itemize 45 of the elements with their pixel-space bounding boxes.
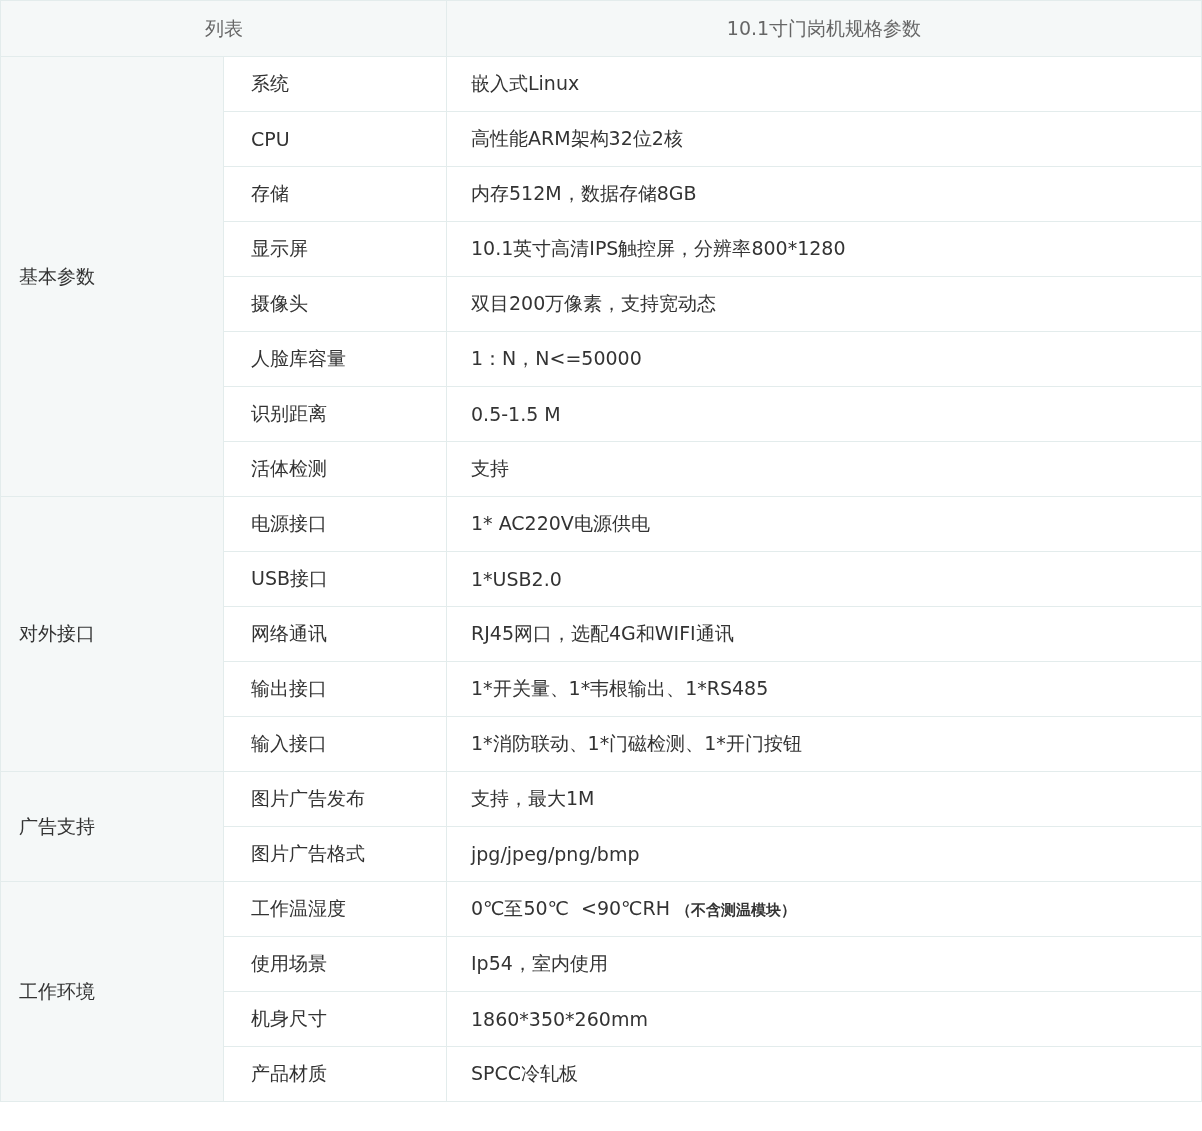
value-text: 0.5-1.5 M	[471, 403, 561, 425]
value-text: SPCC冷轧板	[471, 1062, 579, 1084]
value-text: 支持	[471, 457, 509, 479]
table-cell: 工作温湿度	[223, 881, 447, 937]
group-cell: 广告支持	[0, 771, 224, 882]
table-cell: 摄像头	[223, 276, 447, 332]
value-text: jpg/jpeg/png/bmp	[471, 843, 640, 865]
value-text: 1*消防联动、1*门磁检测、1*开门按钮	[471, 732, 802, 754]
table-cell: 机身尺寸	[223, 991, 447, 1047]
table-cell: 使用场景	[223, 936, 447, 992]
value-text: 支持，最大1M	[471, 787, 595, 809]
table-cell: 网络通讯	[223, 606, 447, 662]
value-text: 高性能ARM架构32位2核	[471, 127, 683, 149]
table-cell: 显示屏	[223, 221, 447, 277]
value-text: 0℃至50℃ <90℃RH	[471, 897, 670, 919]
value-text: 双目200万像素，支持宽动态	[471, 292, 717, 314]
table-cell: 人脸库容量	[223, 331, 447, 387]
value-text: 嵌入式Linux	[471, 72, 580, 94]
value-text: 1*USB2.0	[471, 568, 562, 590]
value-text: 10.1英寸高清IPS触控屏，分辨率800*1280	[471, 237, 846, 259]
group-cell: 对外接口	[0, 496, 224, 772]
value-text: 内存512M，数据存储8GB	[471, 182, 697, 204]
table-cell: 输出接口	[223, 661, 447, 717]
value-text: Ip54，室内使用	[471, 952, 608, 974]
table-cell: 图片广告发布	[223, 771, 447, 827]
value-text: 1* AC220V电源供电	[471, 512, 650, 534]
column-header: 10.1寸门岗机规格参数	[446, 0, 1202, 57]
table-cell: USB接口	[223, 551, 447, 607]
value-text: 1860*350*260mm	[471, 1008, 648, 1030]
table-cell: 识别距离	[223, 386, 447, 442]
value-text: RJ45网口，选配4G和WIFI通讯	[471, 622, 734, 644]
table-cell: 活体检测	[223, 441, 447, 497]
table-cell: 输入接口	[223, 716, 447, 772]
group-cell: 基本参数	[0, 56, 224, 497]
value-text: 1：N，N<=50000	[471, 347, 642, 369]
note-text: （不含测温模块）	[675, 901, 796, 919]
group-cell: 工作环境	[0, 881, 224, 1102]
table-cell: 产品材质	[223, 1046, 447, 1102]
column-header: 列表	[0, 0, 447, 57]
table-cell: 图片广告格式	[223, 826, 447, 882]
table-cell: 系统	[223, 56, 447, 112]
table-cell: 存储	[223, 166, 447, 222]
table-cell: 电源接口	[223, 496, 447, 552]
table-cell: CPU	[223, 111, 447, 167]
value-text: 1*开关量、1*韦根输出、1*RS485	[471, 677, 769, 699]
